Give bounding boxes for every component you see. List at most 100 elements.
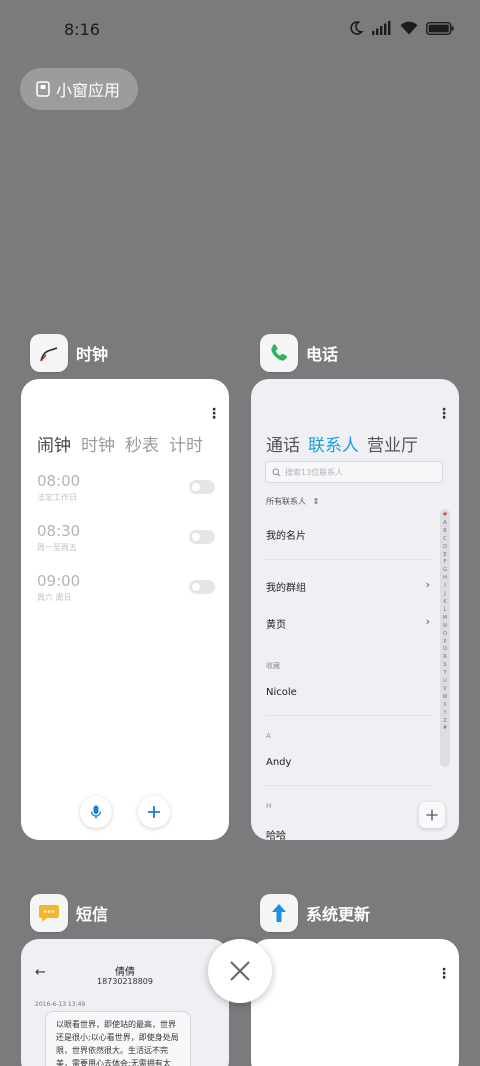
my-groups-item[interactable]: 我的群组 ›: [266, 578, 430, 594]
alarm-toggle[interactable]: [189, 580, 215, 594]
yellow-pages-label: 黄页: [266, 620, 286, 631]
wifi-icon: [400, 21, 418, 35]
my-groups-label: 我的群组: [266, 583, 306, 594]
alphabet-index-letter[interactable]: O: [443, 631, 447, 639]
alphabet-index-letter[interactable]: Y: [443, 710, 446, 718]
voice-alarm-button[interactable]: [80, 796, 112, 828]
alarm-item[interactable]: 09:00 周六 周日: [37, 572, 215, 603]
close-icon: [230, 961, 250, 981]
phone-app-icon: [260, 334, 298, 372]
clock-app-icon: [30, 334, 68, 372]
alarm-toggle[interactable]: [189, 480, 215, 494]
phone-app-card[interactable]: ⋮ 通话 联系人 营业厅 搜索13位联系人 所有联系人 ⇕ 我的名片 我的群组 …: [251, 379, 459, 840]
alarm-repeat: 法定工作日: [37, 493, 77, 502]
alphabet-index-letter[interactable]: K: [443, 599, 446, 607]
alphabet-index-letter[interactable]: H: [443, 575, 447, 583]
tab-stopwatch[interactable]: 秒表: [125, 431, 159, 456]
alphabet-index-letter[interactable]: T: [443, 670, 446, 678]
plus-icon: [426, 809, 438, 821]
alphabet-index-letter[interactable]: P: [443, 639, 446, 647]
small-window-label: 小窗应用: [56, 81, 121, 100]
tab-service-hall[interactable]: 营业厅: [367, 431, 418, 456]
message-bubble[interactable]: 以眼看世界，即使站的最高，世界还是很小;以心看世界，即使身处局限，世界依然很大。…: [45, 1011, 191, 1066]
sms-app-header[interactable]: 短信: [30, 894, 108, 932]
chevron-right-icon: ›: [425, 615, 430, 628]
tab-calls[interactable]: 通话: [266, 431, 300, 456]
alphabet-index-letter[interactable]: F: [444, 559, 447, 567]
alphabet-index-letter[interactable]: L: [444, 607, 447, 615]
status-bar: 8:16: [0, 0, 480, 62]
message-date: 2016-6-13 13:49: [35, 1001, 86, 1008]
sms-app-icon: [30, 894, 68, 932]
alphabet-index-letter[interactable]: Q: [443, 646, 447, 654]
signal-icon: [372, 21, 391, 35]
alphabet-index-letter[interactable]: I: [444, 583, 445, 591]
alphabet-index-letter[interactable]: S: [443, 662, 446, 670]
alphabet-index-letter[interactable]: G: [443, 567, 447, 575]
alphabet-index-letter[interactable]: D: [443, 544, 447, 552]
battery-icon: [426, 21, 454, 35]
tab-contacts[interactable]: 联系人: [308, 431, 359, 456]
more-options-icon[interactable]: ⋮: [207, 407, 221, 421]
alphabet-index-letter[interactable]: U: [443, 678, 447, 686]
search-icon: [272, 468, 281, 477]
update-app-card[interactable]: ⋮: [251, 939, 459, 1066]
alphabet-index-letter[interactable]: #: [443, 725, 447, 733]
divider: [266, 559, 432, 560]
alphabet-index-letter[interactable]: Z: [443, 718, 446, 726]
clock-app-header[interactable]: 时钟: [30, 334, 108, 372]
alphabet-index-letter[interactable]: M: [443, 615, 447, 623]
more-options-icon[interactable]: ⋮: [437, 967, 451, 981]
alarm-item[interactable]: 08:30 周一至周五: [37, 522, 215, 553]
contact-item[interactable]: Nicole: [266, 687, 430, 698]
sms-app-name: 短信: [76, 905, 109, 924]
clear-all-button[interactable]: [208, 939, 272, 1003]
section-header: A: [266, 732, 271, 740]
alphabet-index-letter[interactable]: C: [443, 536, 447, 544]
alphabet-index-letter[interactable]: W: [443, 694, 448, 702]
small-window-button[interactable]: 小窗应用: [20, 68, 138, 110]
contact-item[interactable]: Andy: [266, 757, 430, 768]
clock-app-card[interactable]: ⋮ 闹钟 时钟 秒表 计时 08:00 法定工作日 08:30 周一至周五 09…: [21, 379, 229, 840]
alphabet-index-letter[interactable]: R: [443, 654, 446, 662]
sms-app-card[interactable]: ← 倩倩 18730218809 2016-6-13 13:49 以眼看世界，即…: [21, 939, 229, 1066]
plus-icon: [148, 806, 160, 818]
phone-app-header[interactable]: 电话: [260, 334, 338, 372]
conversation-contact-name: 倩倩: [115, 967, 135, 978]
chevron-right-icon: ›: [425, 578, 430, 591]
status-icons: [348, 20, 454, 36]
phone-tabs: 通话 联系人 营业厅: [266, 431, 418, 456]
add-contact-button[interactable]: [419, 802, 445, 828]
contact-item[interactable]: 哈哈: [266, 827, 430, 840]
search-placeholder: 搜索13位联系人: [285, 467, 344, 477]
clock-tabs: 闹钟 时钟 秒表 计时: [37, 431, 203, 456]
update-app-name: 系统更新: [306, 905, 371, 924]
section-header: 收藏: [266, 662, 280, 670]
divider: [266, 715, 432, 716]
alarm-toggle[interactable]: [189, 530, 215, 544]
contact-search-input[interactable]: 搜索13位联系人: [265, 461, 443, 483]
alphabet-index-letter[interactable]: A: [443, 520, 446, 528]
contact-filter-dropdown[interactable]: 所有联系人 ⇕: [266, 496, 319, 507]
alphabet-index-letter[interactable]: N: [443, 623, 447, 631]
sort-arrows-icon: ⇕: [312, 497, 320, 506]
clock-app-name: 时钟: [76, 345, 109, 364]
tab-alarm[interactable]: 闹钟: [37, 431, 71, 456]
yellow-pages-item[interactable]: 黄页 ›: [266, 615, 430, 631]
update-app-header[interactable]: 系统更新: [260, 894, 370, 932]
alphabet-index-letter[interactable]: J: [444, 591, 445, 599]
more-options-icon[interactable]: ⋮: [437, 407, 451, 421]
alphabet-index-letter[interactable]: V: [443, 686, 446, 694]
alphabet-index-letter[interactable]: E: [443, 552, 446, 560]
alarm-item[interactable]: 08:00 法定工作日: [37, 472, 215, 503]
tab-clock[interactable]: 时钟: [81, 431, 115, 456]
add-alarm-button[interactable]: [138, 796, 170, 828]
alphabet-index-letter[interactable]: X: [443, 702, 446, 710]
favorites-heart-icon[interactable]: ♥: [443, 512, 447, 520]
status-time: 8:16: [64, 20, 100, 39]
alphabet-index-bar[interactable]: ♥ A B C D E F G H I J K L M N O P Q R S T U V W X Y Z #: [440, 509, 450, 767]
alphabet-index-letter[interactable]: B: [443, 528, 446, 536]
my-card-item[interactable]: 我的名片: [266, 527, 430, 542]
tab-timer[interactable]: 计时: [169, 431, 203, 456]
phone-app-name: 电话: [306, 345, 339, 364]
